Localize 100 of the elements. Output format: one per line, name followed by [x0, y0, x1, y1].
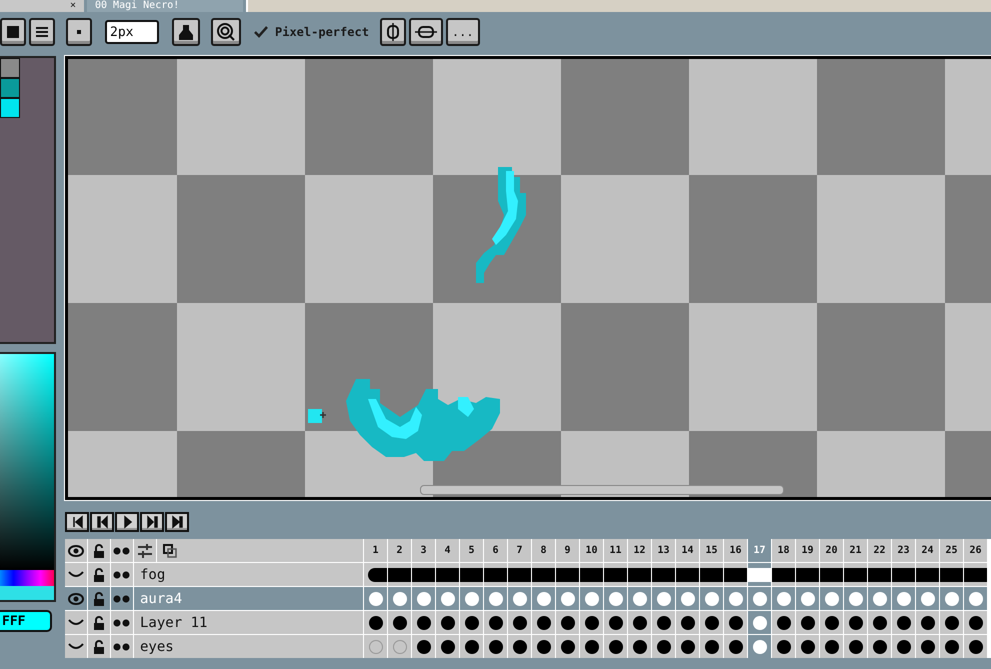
layer-name[interactable]: eyes: [134, 635, 363, 658]
cel-cell[interactable]: [508, 635, 531, 658]
spray-button[interactable]: [211, 18, 241, 46]
cel-cell[interactable]: [364, 635, 387, 658]
frame-number[interactable]: 10: [580, 539, 603, 562]
eye-icon[interactable]: [68, 592, 84, 604]
cel-cell[interactable]: [700, 587, 723, 610]
shade-gradient[interactable]: [0, 354, 54, 570]
cel-cell[interactable]: [892, 587, 915, 610]
cel-cell[interactable]: [460, 563, 483, 586]
color-swatch[interactable]: [0, 58, 20, 78]
cel-cell[interactable]: [364, 611, 387, 634]
cel-cell[interactable]: [700, 635, 723, 658]
cel-cell[interactable]: [388, 563, 411, 586]
pixel-perfect-checkbox[interactable]: [254, 25, 268, 39]
cel-cell[interactable]: [892, 563, 915, 586]
cel-cell[interactable]: [772, 563, 795, 586]
frame-number[interactable]: 8: [532, 539, 555, 562]
lock-cell[interactable]: [88, 563, 110, 586]
cel-cell[interactable]: [484, 611, 507, 634]
cel-cell[interactable]: [916, 611, 939, 634]
lock-cell[interactable]: [88, 611, 110, 634]
cel-cell[interactable]: [820, 587, 843, 610]
sliders-icon[interactable]: [138, 542, 152, 558]
cel-cell[interactable]: [868, 587, 891, 610]
cel-cell[interactable]: [628, 611, 651, 634]
continuous-icon[interactable]: [113, 546, 131, 554]
frame-number[interactable]: 5: [460, 539, 483, 562]
cel-cell[interactable]: [388, 587, 411, 610]
cel-cell[interactable]: [820, 611, 843, 634]
overlap-squares-icon[interactable]: [163, 544, 177, 558]
cel-cell[interactable]: [652, 635, 675, 658]
frame-number[interactable]: 4: [436, 539, 459, 562]
cel-cell[interactable]: [508, 587, 531, 610]
cel-cell[interactable]: [412, 635, 435, 658]
cel-cell[interactable]: [964, 611, 987, 634]
cel-cell[interactable]: [676, 611, 699, 634]
cel-cell[interactable]: [604, 635, 627, 658]
hex-color-field[interactable]: FFF: [0, 610, 52, 632]
horizontal-symmetry-button[interactable]: [408, 18, 443, 46]
frame-number[interactable]: 23: [892, 539, 915, 562]
continuous-icon[interactable]: [113, 618, 131, 626]
brush-size-field[interactable]: 2px: [105, 20, 159, 44]
cel-cell[interactable]: [748, 611, 771, 634]
frame-number[interactable]: 20: [820, 539, 843, 562]
more-options-button[interactable]: ...: [446, 18, 480, 46]
cel-cell[interactable]: [892, 611, 915, 634]
cel-cell[interactable]: [724, 563, 747, 586]
play-button[interactable]: [115, 512, 139, 532]
cel-cell[interactable]: [436, 635, 459, 658]
frame-number[interactable]: 11: [604, 539, 627, 562]
dot-brush-button[interactable]: [66, 18, 92, 46]
padlock-icon[interactable]: [94, 592, 104, 606]
cel-cell[interactable]: [532, 611, 555, 634]
frame-number[interactable]: 14: [676, 539, 699, 562]
cel-cell[interactable]: [484, 587, 507, 610]
frame-number[interactable]: 1: [364, 539, 387, 562]
padlock-icon[interactable]: [94, 568, 104, 582]
continuous-cell[interactable]: [111, 563, 133, 586]
cel-cell[interactable]: [628, 587, 651, 610]
frame-number[interactable]: 12: [628, 539, 651, 562]
cel-cell[interactable]: [532, 587, 555, 610]
cel-cell[interactable]: [580, 587, 603, 610]
padlock-icon[interactable]: [94, 616, 104, 630]
cel-cell[interactable]: [796, 587, 819, 610]
cel-cell[interactable]: [604, 563, 627, 586]
vertical-symmetry-button[interactable]: [380, 18, 406, 46]
continuous-icon[interactable]: [113, 594, 131, 602]
cel-cell[interactable]: [580, 563, 603, 586]
cel-cell[interactable]: [748, 563, 771, 586]
frame-number[interactable]: 9: [556, 539, 579, 562]
cel-cell[interactable]: [364, 563, 387, 586]
padlock-icon[interactable]: [94, 544, 104, 558]
last-frame-button[interactable]: [165, 512, 189, 532]
cel-cell[interactable]: [796, 635, 819, 658]
cel-cell[interactable]: [940, 611, 963, 634]
frame-number[interactable]: 26: [964, 539, 987, 562]
close-icon[interactable]: ×: [70, 0, 76, 12]
cel-cell[interactable]: [652, 563, 675, 586]
closed-eye-icon[interactable]: [68, 618, 84, 626]
layer-name[interactable]: fog: [134, 563, 363, 586]
previous-frame-button[interactable]: [90, 512, 114, 532]
cel-cell[interactable]: [628, 635, 651, 658]
frame-number[interactable]: 18: [772, 539, 795, 562]
cel-cell[interactable]: [868, 563, 891, 586]
cel-cell[interactable]: [892, 635, 915, 658]
cel-cell[interactable]: [580, 635, 603, 658]
cel-cell[interactable]: [412, 587, 435, 610]
visibility-cell[interactable]: [65, 587, 87, 610]
cel-cell[interactable]: [436, 563, 459, 586]
closed-eye-icon[interactable]: [68, 570, 84, 578]
cel-cell[interactable]: [748, 635, 771, 658]
lock-cell[interactable]: [88, 587, 110, 610]
color-swatch[interactable]: [0, 78, 20, 98]
lines-brush-button[interactable]: [29, 18, 55, 46]
cel-cell[interactable]: [844, 587, 867, 610]
frame-number[interactable]: 25: [940, 539, 963, 562]
cel-cell[interactable]: [508, 611, 531, 634]
cel-cell[interactable]: [556, 563, 579, 586]
frame-number[interactable]: 16: [724, 539, 747, 562]
